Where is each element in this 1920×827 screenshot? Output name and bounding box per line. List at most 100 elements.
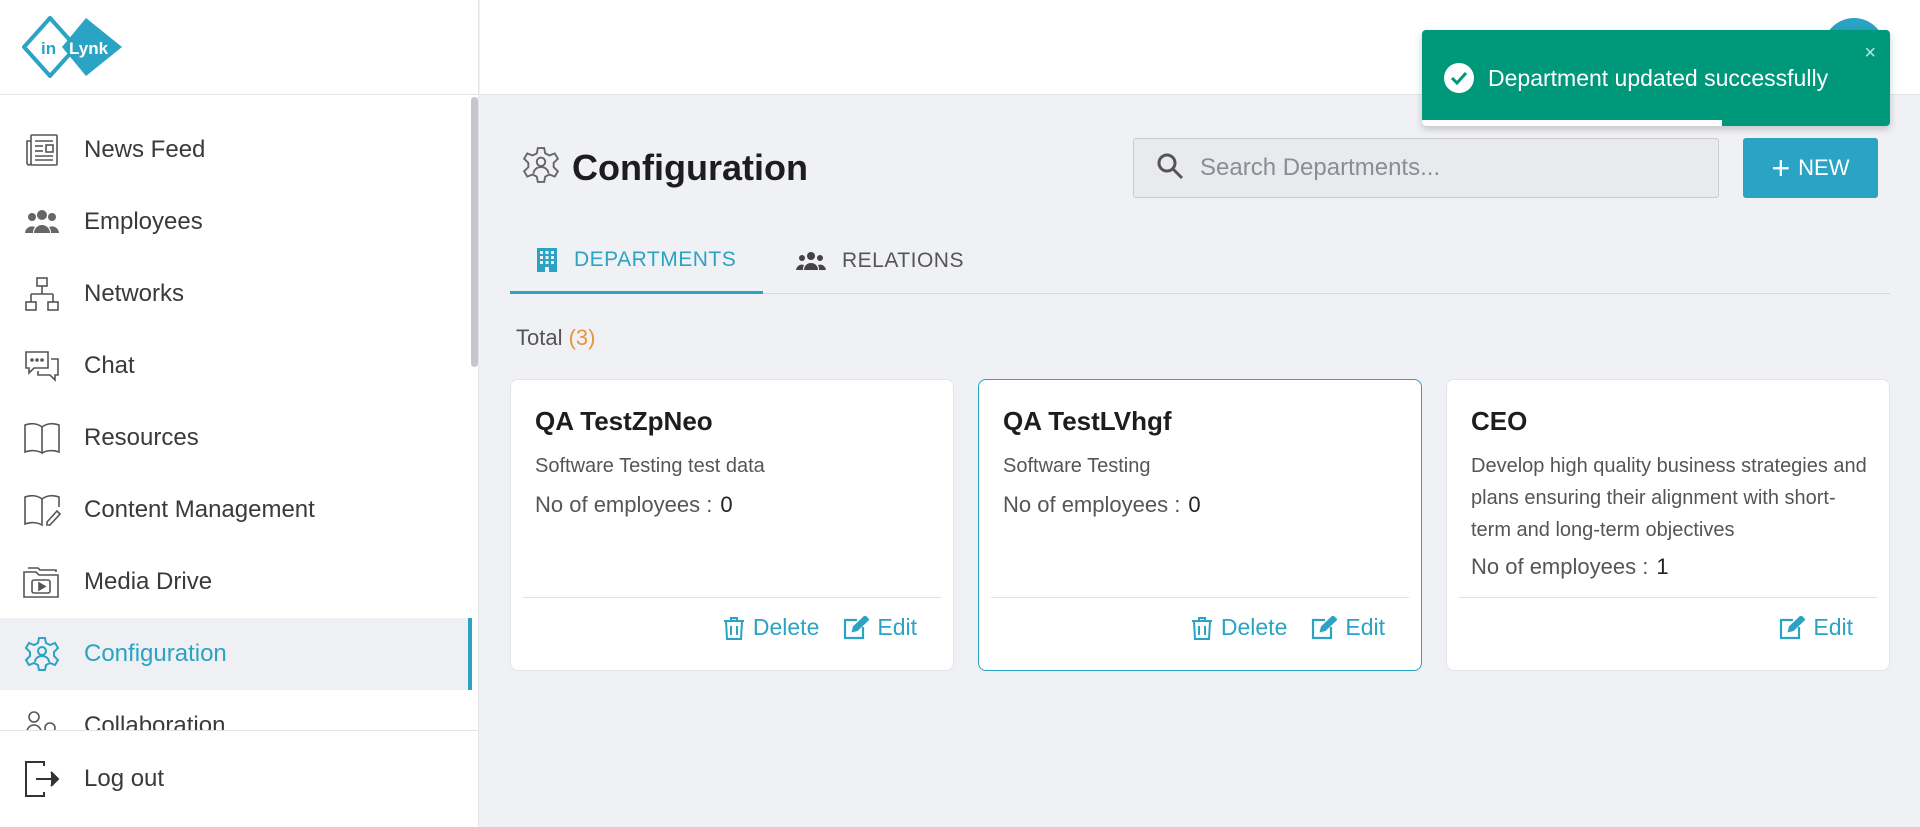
chat-icon bbox=[22, 346, 62, 386]
tab-label: RELATIONS bbox=[842, 249, 964, 272]
trash-icon bbox=[1191, 616, 1213, 640]
total-label: Total bbox=[516, 325, 563, 350]
search-icon bbox=[1156, 152, 1184, 185]
sidebar-item-label: Chat bbox=[84, 352, 135, 379]
collaboration-icon bbox=[22, 706, 62, 730]
plus-icon: + bbox=[1771, 150, 1791, 186]
inlynk-logo[interactable]: in Lynk bbox=[22, 16, 126, 78]
sidebar: in Lynk News Feed Employees Networks Cha… bbox=[0, 0, 479, 827]
close-icon[interactable]: × bbox=[1864, 42, 1876, 65]
search-box[interactable] bbox=[1133, 138, 1719, 198]
edit-button[interactable]: Edit bbox=[1779, 614, 1853, 641]
sidebar-item-networks[interactable]: Networks bbox=[0, 258, 472, 330]
card-divider bbox=[991, 597, 1409, 598]
search-input[interactable] bbox=[1200, 154, 1700, 182]
book-icon bbox=[22, 418, 62, 458]
sidebar-item-label: Employees bbox=[84, 208, 203, 235]
employee-count-label: No of employees : bbox=[1003, 492, 1181, 517]
department-name: QA TestLVhgf bbox=[1003, 406, 1172, 436]
employee-count-value: 0 bbox=[1188, 492, 1201, 517]
delete-label: Delete bbox=[752, 614, 820, 640]
trash-icon bbox=[723, 616, 745, 640]
sidebar-item-chat[interactable]: Chat bbox=[0, 330, 472, 402]
sidebar-item-label: Content Management bbox=[84, 496, 315, 523]
svg-text:in: in bbox=[41, 39, 56, 58]
toast-message: Department updated successfully bbox=[1488, 65, 1829, 91]
card-actions: Delete Edit bbox=[1167, 614, 1385, 641]
logout-button[interactable]: Log out bbox=[0, 730, 479, 827]
tab-relations[interactable]: RELATIONS bbox=[786, 228, 964, 294]
logout-label: Log out bbox=[84, 765, 165, 792]
toast-progress bbox=[1422, 120, 1890, 126]
department-card[interactable]: QA TestZpNeo Software Testing test data … bbox=[510, 379, 954, 671]
department-description: Develop high quality business strategies… bbox=[1471, 455, 1867, 541]
logout-icon bbox=[22, 759, 62, 799]
sidebar-item-media-drive[interactable]: Media Drive bbox=[0, 546, 472, 618]
employee-count: No of employees : 0 bbox=[535, 492, 733, 518]
department-description: Software Testing bbox=[1003, 455, 1151, 477]
sidebar-item-label: Media Drive bbox=[84, 568, 213, 595]
employee-count-label: No of employees : bbox=[1471, 554, 1649, 579]
employee-count: No of employees : 0 bbox=[1003, 492, 1201, 518]
edit-label: Edit bbox=[1345, 614, 1385, 640]
edit-button[interactable]: Edit bbox=[1311, 614, 1385, 641]
logo-area: in Lynk bbox=[0, 0, 478, 95]
employee-count: No of employees : 1 bbox=[1471, 554, 1669, 580]
employee-count-value: 0 bbox=[720, 492, 733, 517]
card-divider bbox=[523, 597, 941, 598]
sidebar-item-configuration[interactable]: Configuration bbox=[0, 618, 472, 690]
sidebar-item-content-management[interactable]: Content Management bbox=[0, 474, 472, 546]
new-button-label: NEW bbox=[1798, 155, 1850, 180]
folder-media-icon bbox=[22, 562, 62, 602]
gear-icon bbox=[22, 634, 62, 674]
department-card[interactable]: CEO Develop high quality business strate… bbox=[1446, 379, 1890, 671]
success-toast: Department updated successfully × bbox=[1422, 30, 1890, 126]
sidebar-item-label: Collaboration bbox=[84, 712, 226, 730]
tab-departments[interactable]: DEPARTMENTS bbox=[510, 228, 763, 294]
department-name: CEO bbox=[1471, 406, 1528, 436]
page-title: Configuration bbox=[572, 146, 808, 188]
people-icon bbox=[796, 251, 826, 271]
sidebar-item-label: Networks bbox=[84, 280, 185, 307]
gear-icon bbox=[522, 146, 560, 189]
new-button[interactable]: + NEW bbox=[1743, 138, 1878, 198]
delete-label: Delete bbox=[1220, 614, 1288, 640]
book-edit-icon bbox=[22, 490, 62, 530]
sidebar-item-employees[interactable]: Employees bbox=[0, 186, 472, 258]
employee-count-label: No of employees : bbox=[535, 492, 713, 517]
svg-text:Lynk: Lynk bbox=[69, 39, 109, 58]
sidebar-item-resources[interactable]: Resources bbox=[0, 402, 472, 474]
check-circle-icon bbox=[1444, 63, 1474, 93]
card-divider bbox=[1459, 597, 1877, 598]
page-header: Configuration bbox=[522, 146, 808, 189]
edit-label: Edit bbox=[877, 614, 917, 640]
edit-button[interactable]: Edit bbox=[843, 614, 917, 641]
delete-button[interactable]: Delete bbox=[723, 614, 819, 641]
department-description: Software Testing test data bbox=[535, 455, 765, 477]
department-card[interactable]: QA TestLVhgf Software Testing No of empl… bbox=[978, 379, 1422, 671]
sidebar-nav: News Feed Employees Networks Chat Resour… bbox=[0, 95, 479, 730]
edit-icon bbox=[1311, 615, 1338, 640]
newspaper-icon bbox=[22, 130, 62, 170]
sidebar-item-label: Configuration bbox=[84, 640, 227, 667]
building-icon bbox=[536, 247, 558, 272]
sidebar-item-label: Resources bbox=[84, 424, 199, 451]
people-icon bbox=[22, 202, 62, 242]
tabs: DEPARTMENTS RELATIONS bbox=[510, 228, 1890, 294]
edit-label: Edit bbox=[1813, 614, 1853, 640]
delete-button[interactable]: Delete bbox=[1191, 614, 1287, 641]
sidebar-item-collaboration[interactable]: Collaboration bbox=[0, 690, 472, 730]
edit-icon bbox=[843, 615, 870, 640]
card-actions: Edit bbox=[1755, 614, 1853, 641]
tab-label: DEPARTMENTS bbox=[574, 247, 737, 271]
network-icon bbox=[22, 274, 62, 314]
edit-icon bbox=[1779, 615, 1806, 640]
sidebar-item-news-feed[interactable]: News Feed bbox=[0, 114, 472, 186]
toast-progress-fill bbox=[1422, 120, 1722, 126]
total-count-value: (3) bbox=[568, 325, 596, 350]
department-name: QA TestZpNeo bbox=[535, 406, 713, 436]
employee-count-value: 1 bbox=[1656, 554, 1669, 579]
card-actions: Delete Edit bbox=[699, 614, 917, 641]
sidebar-item-label: News Feed bbox=[84, 136, 206, 163]
sidebar-scrollbar[interactable] bbox=[471, 97, 478, 367]
